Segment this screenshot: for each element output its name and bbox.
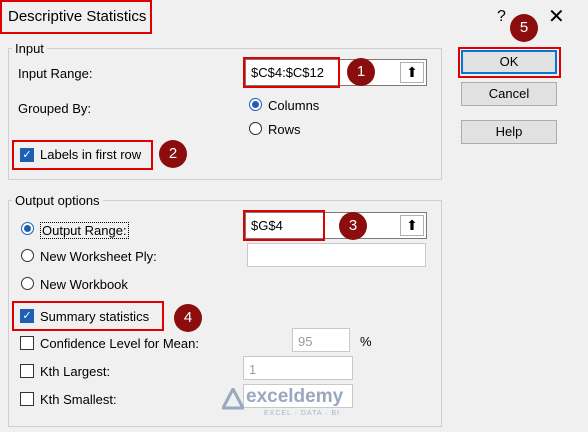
kth-smallest-label[interactable]: Kth Smallest: (40, 392, 117, 407)
help-button[interactable]: Help (461, 120, 557, 144)
new-workbook-label[interactable]: New Workbook (40, 277, 128, 292)
summary-statistics-label[interactable]: Summary statistics (40, 309, 149, 324)
step-badge-5: 5 (510, 14, 538, 42)
kth-largest-checkbox[interactable] (20, 364, 34, 378)
kth-largest-label[interactable]: Kth Largest: (40, 364, 110, 379)
rows-radio[interactable] (249, 122, 262, 135)
input-group-legend: Input (12, 41, 47, 56)
confidence-level-label[interactable]: Confidence Level for Mean: (40, 336, 199, 351)
labels-first-row-checkbox[interactable]: ✓ (20, 148, 34, 162)
dialog-title: Descriptive Statistics (8, 8, 147, 25)
output-range-highlight (243, 210, 325, 241)
confidence-level-field[interactable]: 95 (292, 328, 350, 352)
columns-label[interactable]: Columns (268, 98, 319, 113)
exceldemy-logo-icon (222, 388, 244, 410)
new-workbook-radio[interactable] (21, 277, 34, 290)
kth-largest-value: 1 (249, 362, 257, 377)
input-range-label: Input Range: (18, 66, 93, 81)
confidence-level-checkbox[interactable] (20, 336, 34, 350)
new-worksheet-field[interactable] (247, 243, 426, 267)
ok-button[interactable]: OK (461, 50, 557, 74)
columns-radio[interactable] (249, 98, 262, 111)
watermark: exceldemy EXCEL · DATA · BI (220, 384, 370, 420)
collapse-dialog-icon[interactable]: ⬆ (400, 215, 424, 236)
grouped-by-label: Grouped By: (18, 101, 91, 116)
cancel-button[interactable]: Cancel (461, 82, 557, 106)
step-badge-1: 1 (347, 58, 375, 86)
watermark-name: exceldemy (246, 386, 344, 407)
kth-largest-field[interactable]: 1 (243, 356, 353, 380)
rows-label[interactable]: Rows (268, 122, 301, 137)
input-range-highlight (243, 57, 340, 88)
output-range-radio[interactable] (21, 222, 34, 235)
new-worksheet-label[interactable]: New Worksheet Ply: (40, 249, 157, 264)
kth-smallest-checkbox[interactable] (20, 392, 34, 406)
confidence-level-value: 95 (298, 334, 313, 349)
percent-sign: % (360, 334, 372, 349)
collapse-dialog-icon[interactable]: ⬆ (400, 62, 424, 83)
help-icon[interactable]: ? (497, 8, 506, 26)
summary-statistics-checkbox[interactable]: ✓ (20, 309, 34, 323)
step-badge-3: 3 (339, 212, 367, 240)
new-worksheet-radio[interactable] (21, 249, 34, 262)
watermark-tagline: EXCEL · DATA · BI (264, 410, 340, 417)
step-badge-4: 4 (174, 304, 202, 332)
output-group-legend: Output options (12, 193, 103, 208)
labels-first-row-label[interactable]: Labels in first row (40, 147, 141, 162)
step-badge-2: 2 (159, 140, 187, 168)
close-icon[interactable]: ✕ (548, 4, 565, 29)
output-range-label[interactable]: Output Range: (40, 222, 129, 239)
